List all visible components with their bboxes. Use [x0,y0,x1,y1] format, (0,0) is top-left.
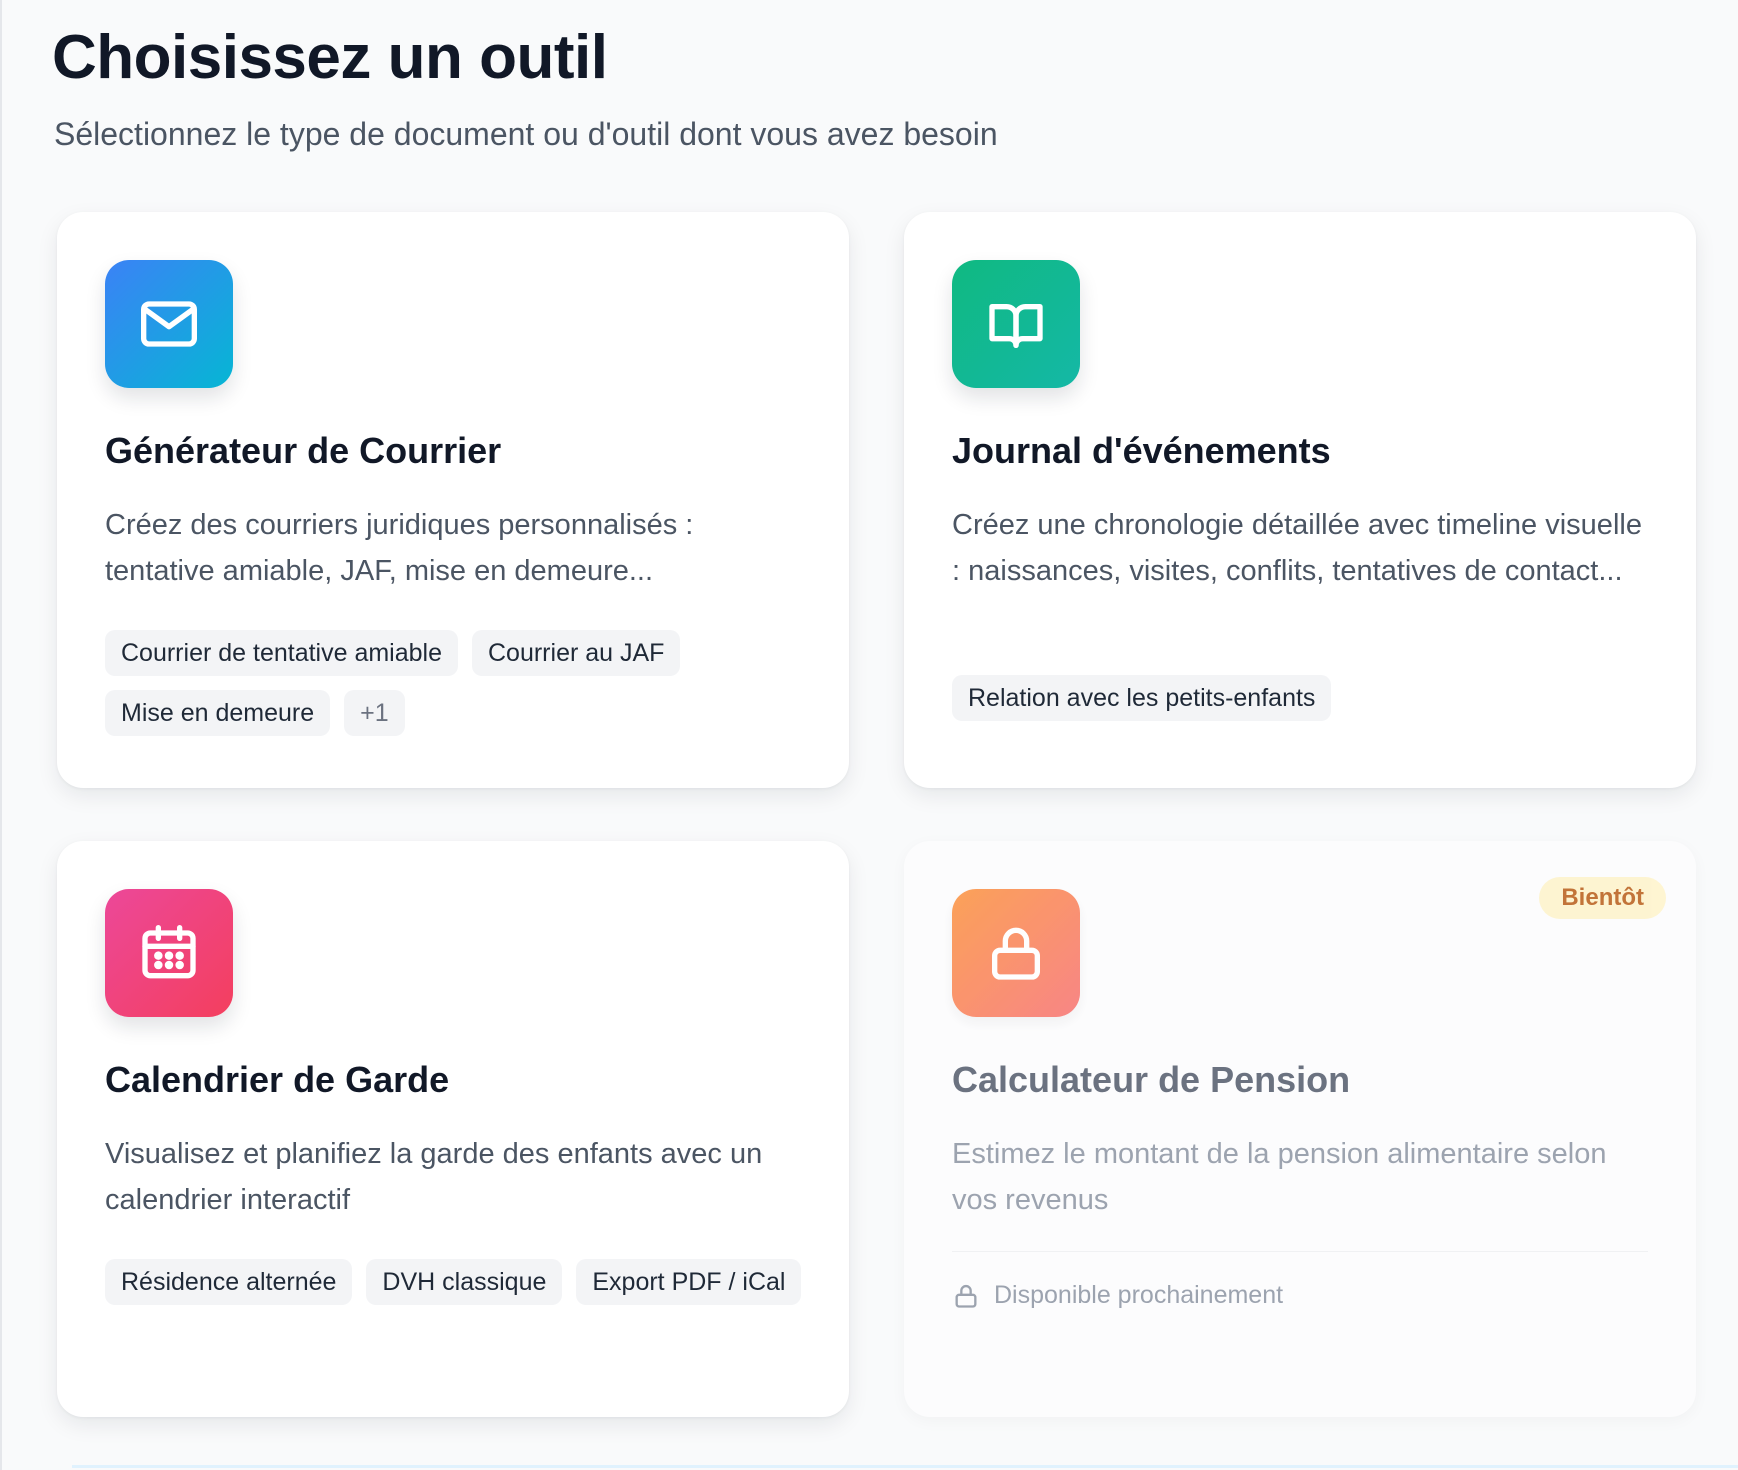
lock-icon [955,1284,977,1308]
coming-soon-badge: Bientôt [1539,877,1666,919]
availability-text: Disponible prochainement [994,1281,1284,1309]
page-subtitle: Sélectionnez le type de document ou d'ou… [54,116,998,152]
mail-icon [105,260,233,388]
tag-list: Résidence alternée DVH classique Export … [105,1259,805,1305]
card-description: Créez des courriers juridiques personnal… [105,509,694,587]
card-description: Estimez le montant de la pension aliment… [952,1138,1607,1216]
tag: DVH classique [366,1259,563,1305]
card-title: Générateur de Courrier [105,430,502,471]
tool-selection-page: Choisissez un outil Sélectionnez le type… [0,0,1738,1470]
card-title: Calculateur de Pension [952,1059,1351,1100]
page-title: Choisissez un outil [52,23,608,92]
tool-card-letter-generator[interactable]: Générateur de Courrier Créez des courrie… [57,212,849,788]
divider [952,1251,1648,1252]
book-open-icon [952,260,1080,388]
tool-card-pension-calculator: Bientôt Calculateur de Pension Estimez l… [904,841,1696,1417]
availability-note: Disponible prochainement [952,1281,1283,1310]
tag: Courrier de tentative amiable [105,630,458,676]
divider [72,1465,1738,1468]
tag-more-count: +1 [344,690,405,736]
tag-list: Courrier de tentative amiable Courrier a… [105,630,805,736]
tool-card-event-journal[interactable]: Journal d'événements Créez une chronolog… [904,212,1696,788]
tag-list: Relation avec les petits-enfants [952,675,1652,721]
tag: Relation avec les petits-enfants [952,675,1332,721]
lock-icon [952,889,1080,1017]
card-title: Calendrier de Garde [105,1059,450,1100]
calendar-icon [105,889,233,1017]
tag: Mise en demeure [105,690,331,736]
tag: Export PDF / iCal [576,1259,802,1305]
tool-card-custody-calendar[interactable]: Calendrier de Garde Visualisez et planif… [57,841,849,1417]
tag: Résidence alternée [105,1259,353,1305]
card-description: Visualisez et planifiez la garde des enf… [105,1138,763,1216]
tag: Courrier au JAF [472,630,681,676]
card-title: Journal d'événements [952,430,1331,471]
card-description: Créez une chronologie détaillée avec tim… [952,509,1642,587]
